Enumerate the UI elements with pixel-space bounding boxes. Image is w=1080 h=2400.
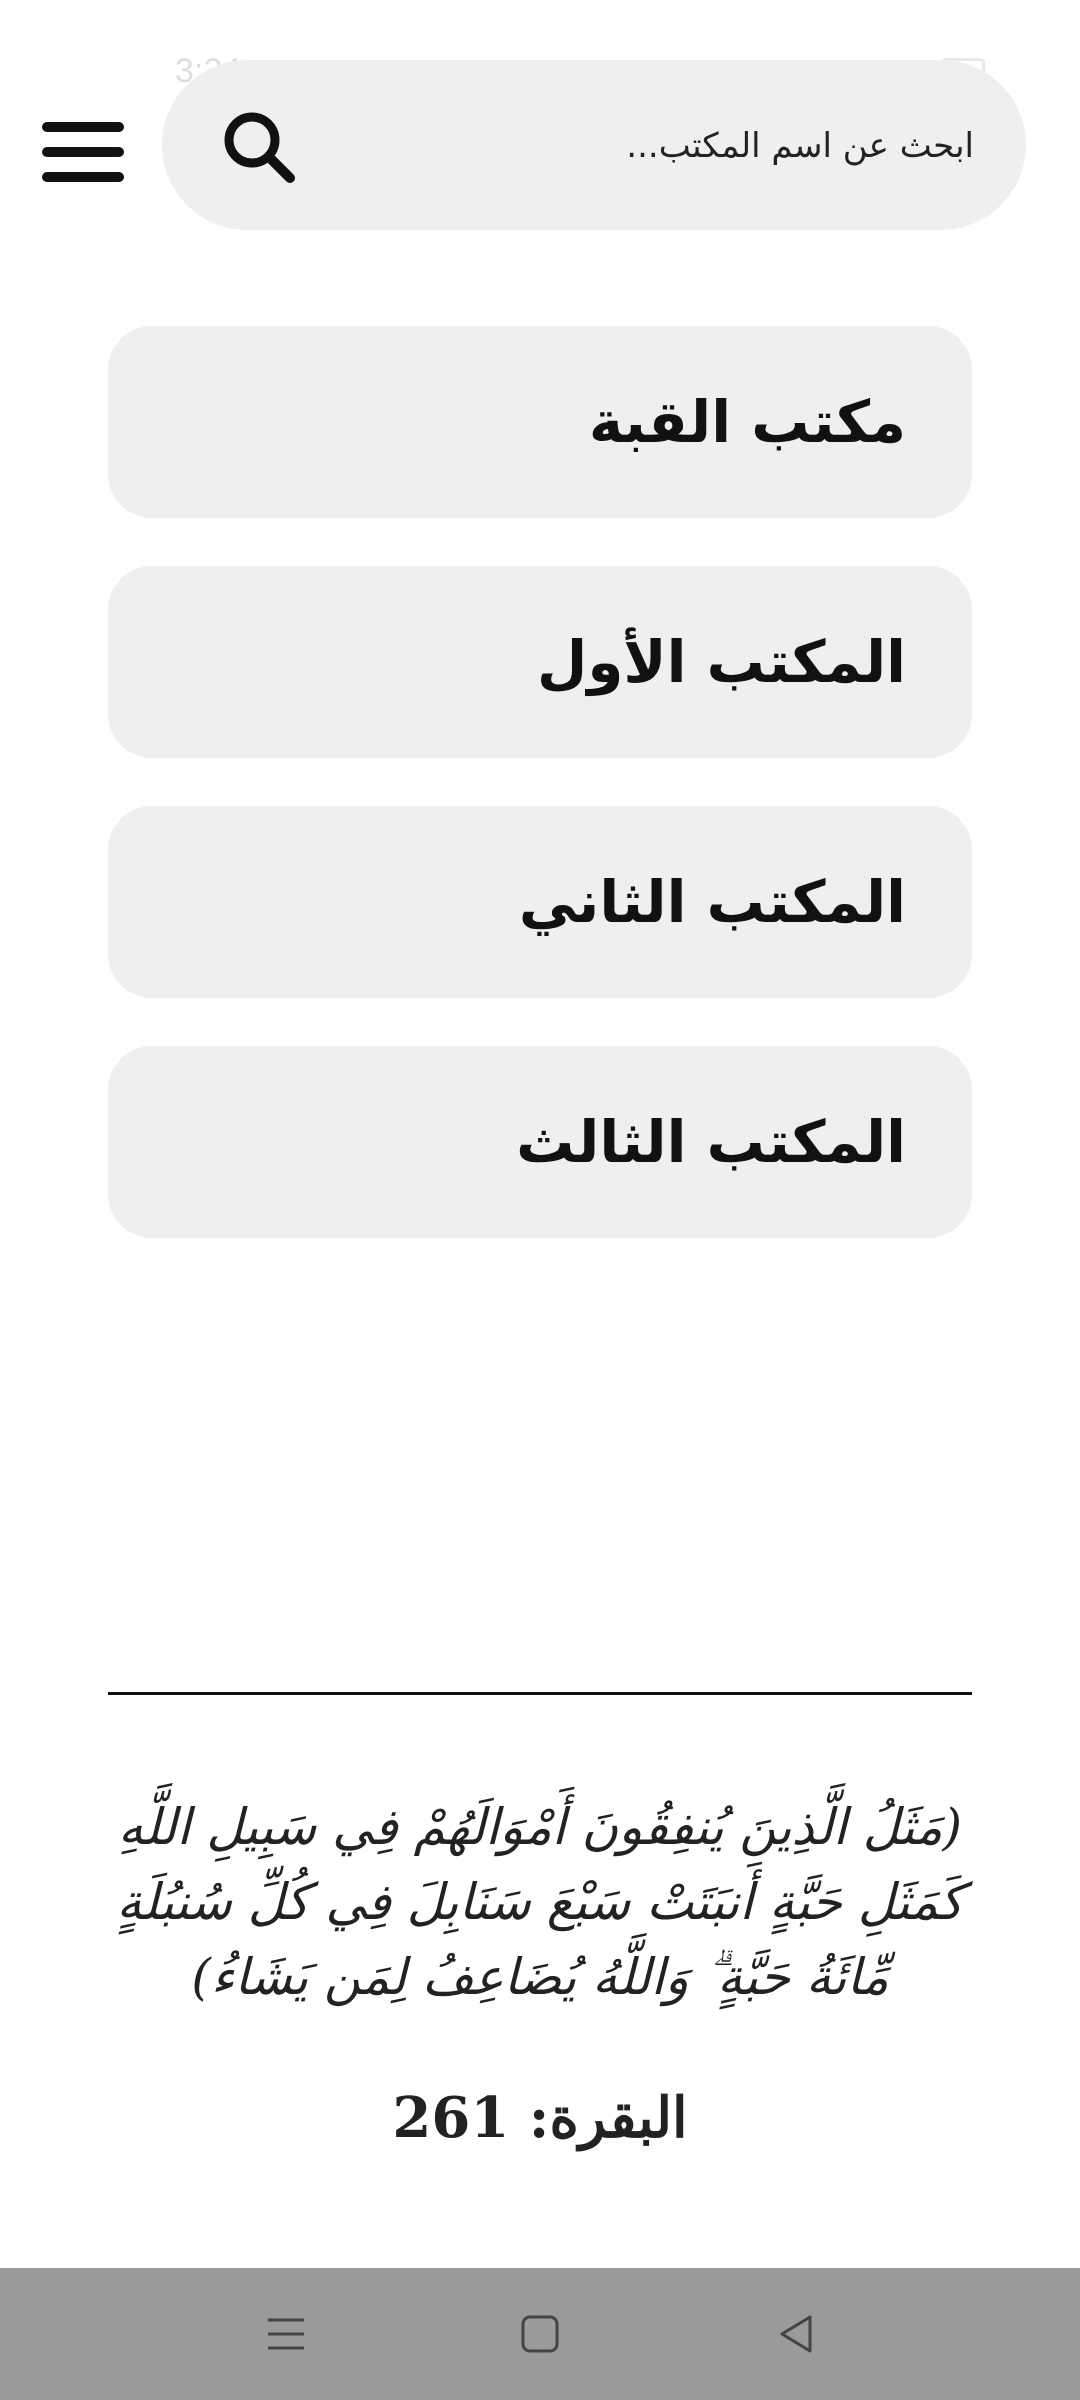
recents-icon[interactable] — [262, 2310, 310, 2358]
hamburger-icon — [42, 122, 124, 132]
hamburger-icon-bar — [42, 172, 124, 182]
office-card-third[interactable]: المكتب الثالث — [108, 1046, 972, 1238]
verse-reference: البقرة: 261 — [392, 2085, 688, 2151]
home-icon[interactable] — [516, 2310, 564, 2358]
office-list: مكتب القبة المكتب الأول المكتب الثاني ال… — [108, 326, 972, 1286]
office-label: المكتب الثالث — [516, 1108, 906, 1176]
search-icon[interactable] — [220, 108, 300, 188]
quran-verse: (مَثَلُ الَّذِينَ يُنفِقُونَ أَمْوَالَهُ… — [116, 1798, 964, 2006]
system-nav-bar — [0, 2268, 1080, 2400]
office-card-qubba[interactable]: مكتب القبة — [108, 326, 972, 518]
office-label: المكتب الثاني — [518, 868, 906, 936]
search-input[interactable] — [332, 100, 976, 192]
divider — [108, 1692, 972, 1695]
office-label: المكتب الأول — [537, 628, 906, 696]
menu-button[interactable] — [42, 122, 128, 182]
office-card-first[interactable]: المكتب الأول — [108, 566, 972, 758]
back-icon[interactable] — [772, 2310, 820, 2358]
search-box — [162, 60, 1026, 230]
office-label: مكتب القبة — [588, 388, 906, 456]
hamburger-icon-bar — [42, 147, 124, 157]
header — [0, 60, 1080, 232]
office-card-second[interactable]: المكتب الثاني — [108, 806, 972, 998]
